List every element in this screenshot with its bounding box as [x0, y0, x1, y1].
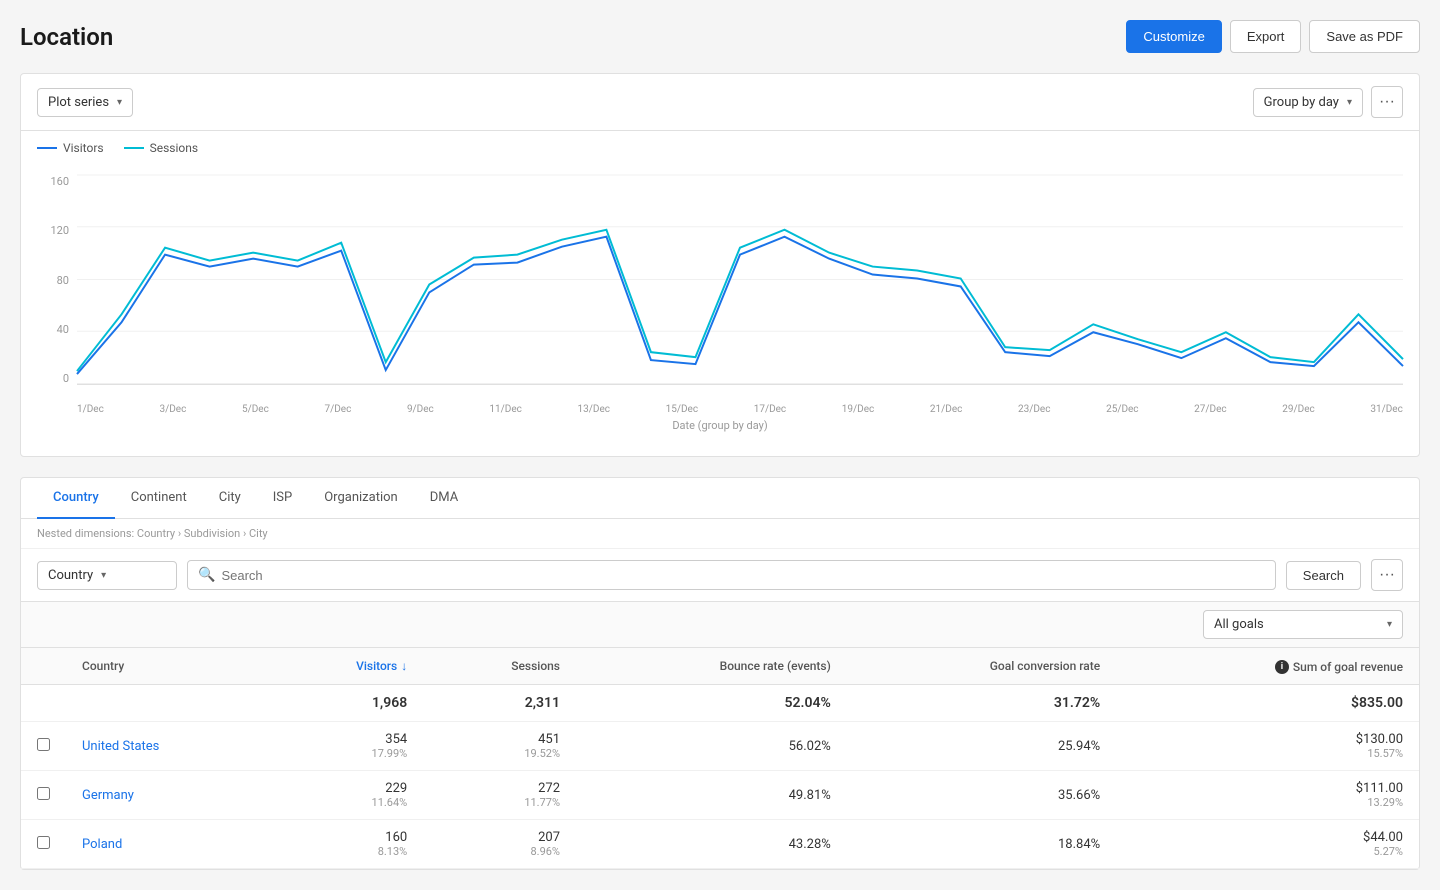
save-as-button[interactable]: Save as PDF: [1309, 20, 1420, 53]
page-header: Location Customize Export Save as PDF: [20, 20, 1420, 53]
search-icon: 🔍: [198, 567, 215, 583]
chart-area: 160 120 80 40 0: [21, 165, 1419, 456]
table-row: Germany 229 11.64% 272 11.77% 49.81% 35.…: [21, 771, 1419, 820]
search-button[interactable]: Search: [1286, 561, 1361, 590]
dimension-arrow-icon: ▾: [101, 570, 106, 581]
th-sessions: Sessions: [423, 648, 576, 685]
plot-series-select[interactable]: Plot series ▾: [37, 88, 133, 117]
chart-svg: [77, 175, 1403, 384]
dimension-select[interactable]: Country ▾: [37, 561, 177, 590]
chart-toolbar-left: Plot series ▾: [37, 88, 133, 117]
row-checkbox-pl[interactable]: [37, 836, 50, 849]
table-more-button[interactable]: ···: [1371, 559, 1403, 591]
country-link-pl[interactable]: Poland: [82, 837, 122, 852]
sessions-line-icon: [124, 147, 144, 149]
tab-dma[interactable]: DMA: [414, 478, 474, 519]
th-visitors[interactable]: Visitors ↓: [266, 648, 423, 685]
export-button[interactable]: Export: [1230, 20, 1302, 53]
total-sessions: 2,311: [423, 685, 576, 722]
nested-dimensions-label: Nested dimensions: Country › Subdivision…: [21, 519, 1419, 549]
customize-button[interactable]: Customize: [1126, 20, 1221, 53]
th-goal-conversion: Goal conversion rate: [847, 648, 1116, 685]
th-bounce-rate: Bounce rate (events): [576, 648, 847, 685]
totals-row: 1,968 2,311 52.04% 31.72% $835.00: [21, 685, 1419, 722]
search-box: 🔍: [187, 560, 1276, 590]
table-toolbar: Country ▾ 🔍 Search ···: [21, 549, 1419, 602]
total-bounce-rate: 52.04%: [576, 685, 847, 722]
tabs-bar: Country Continent City ISP Organization …: [21, 478, 1419, 519]
data-table: Country Visitors ↓ Sessions Bounce rate …: [21, 648, 1419, 869]
page-title: Location: [20, 23, 113, 51]
chart-container: 160 120 80 40 0: [37, 175, 1403, 415]
table-row: Poland 160 8.13% 207 8.96% 43.28% 18.84%…: [21, 820, 1419, 869]
goals-arrow-icon: ▾: [1387, 619, 1392, 630]
x-axis-title: Date (group by day): [37, 419, 1403, 436]
table-row: United States 354 17.99% 451 19.52% 56.0…: [21, 722, 1419, 771]
chart-legend: Visitors Sessions: [21, 131, 1419, 165]
chart-more-button[interactable]: ···: [1371, 86, 1403, 118]
th-goal-revenue: i Sum of goal revenue: [1116, 648, 1419, 685]
country-link-de[interactable]: Germany: [82, 788, 134, 803]
th-country: Country: [66, 648, 266, 685]
row-checkbox-us[interactable]: [37, 738, 50, 751]
x-axis: 1/Dec 3/Dec 5/Dec 7/Dec 9/Dec 11/Dec 13/…: [77, 404, 1403, 415]
group-by-select[interactable]: Group by day ▾: [1253, 88, 1363, 117]
chart-toolbar: Plot series ▾ Group by day ▾ ···: [21, 74, 1419, 131]
group-by-arrow-icon: ▾: [1347, 97, 1352, 108]
legend-sessions: Sessions: [124, 141, 198, 155]
legend-visitors: Visitors: [37, 141, 104, 155]
country-link-us[interactable]: United States: [82, 739, 159, 754]
info-icon: i: [1275, 660, 1289, 674]
chart-toolbar-right: Group by day ▾ ···: [1253, 86, 1403, 118]
y-axis: 160 120 80 40 0: [37, 175, 77, 385]
tab-city[interactable]: City: [203, 478, 257, 519]
goals-bar: All goals ▾: [21, 602, 1419, 648]
chart-plot: [77, 175, 1403, 385]
visitors-line-icon: [37, 147, 57, 149]
header-actions: Customize Export Save as PDF: [1126, 20, 1420, 53]
goals-select[interactable]: All goals ▾: [1203, 610, 1403, 639]
tab-isp[interactable]: ISP: [257, 478, 308, 519]
th-checkbox: [21, 648, 66, 685]
tabs-section: Country Continent City ISP Organization …: [20, 477, 1420, 870]
tab-country[interactable]: Country: [37, 478, 115, 519]
total-visitors: 1,968: [266, 685, 423, 722]
total-goal-conversion: 31.72%: [847, 685, 1116, 722]
sort-down-icon: ↓: [401, 659, 407, 673]
plot-series-arrow-icon: ▾: [117, 97, 122, 108]
row-checkbox-de[interactable]: [37, 787, 50, 800]
search-input[interactable]: [221, 568, 1264, 583]
total-goal-revenue: $835.00: [1116, 685, 1419, 722]
tab-continent[interactable]: Continent: [115, 478, 203, 519]
tab-organization[interactable]: Organization: [308, 478, 413, 519]
chart-section: Plot series ▾ Group by day ▾ ··· Visitor…: [20, 73, 1420, 457]
